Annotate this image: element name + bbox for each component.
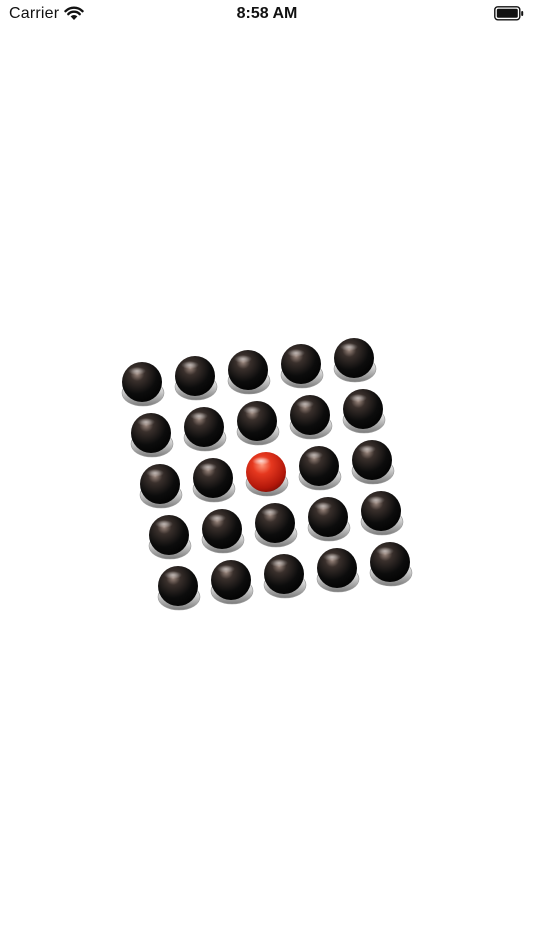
board-piece-black-r5-c3[interactable]: [263, 554, 307, 599]
board-piece-black-r5-c2[interactable]: [210, 560, 254, 605]
piece-highlight: [296, 400, 314, 408]
board-piece-black-r1-c5[interactable]: [333, 338, 377, 383]
board-piece-black-r4-c5[interactable]: [360, 491, 404, 536]
piece-highlight: [270, 559, 288, 567]
game-board[interactable]: [0, 0, 534, 950]
piece-highlight: [155, 520, 173, 528]
piece-highlight: [217, 565, 235, 573]
piece-highlight: [234, 355, 252, 363]
piece-highlight: [208, 514, 226, 522]
board-piece-black-r2-c3[interactable]: [236, 401, 280, 446]
piece-highlight: [243, 406, 261, 414]
piece-highlight: [367, 496, 385, 504]
piece-highlight: [190, 412, 208, 420]
board-piece-black-r5-c5[interactable]: [369, 542, 413, 587]
piece-highlight: [181, 361, 199, 369]
piece-highlight: [287, 349, 305, 357]
board-piece-black-r1-c2[interactable]: [174, 356, 218, 401]
board-piece-black-r4-c3[interactable]: [254, 503, 298, 548]
board-piece-black-r5-c1[interactable]: [157, 566, 201, 611]
board-piece-black-r5-c4[interactable]: [316, 548, 360, 593]
piece-highlight: [164, 571, 182, 579]
board-piece-black-r3-c5[interactable]: [351, 440, 395, 485]
board-piece-red-r3-c3[interactable]: [245, 452, 289, 497]
piece-highlight: [314, 502, 332, 510]
board-piece-black-r2-c1[interactable]: [130, 413, 174, 458]
board-piece-black-r2-c2[interactable]: [183, 407, 227, 452]
piece-highlight: [252, 457, 270, 465]
piece-highlight: [376, 547, 394, 555]
piece-highlight: [137, 418, 155, 426]
board-piece-black-r3-c2[interactable]: [192, 458, 236, 503]
piece-highlight: [128, 367, 146, 375]
piece-highlight: [146, 469, 164, 477]
board-piece-black-r2-c4[interactable]: [289, 395, 333, 440]
board-piece-black-r4-c1[interactable]: [148, 515, 192, 560]
piece-highlight: [305, 451, 323, 459]
board-piece-black-r3-c4[interactable]: [298, 446, 342, 491]
piece-highlight: [323, 553, 341, 561]
piece-highlight: [261, 508, 279, 516]
board-piece-black-r3-c1[interactable]: [139, 464, 183, 509]
board-piece-black-r2-c5[interactable]: [342, 389, 386, 434]
piece-highlight: [349, 394, 367, 402]
piece-highlight: [358, 445, 376, 453]
board-piece-black-r1-c1[interactable]: [121, 362, 165, 407]
board-piece-black-r4-c4[interactable]: [307, 497, 351, 542]
board-piece-black-r1-c3[interactable]: [227, 350, 271, 395]
piece-highlight: [340, 343, 358, 351]
piece-highlight: [199, 463, 217, 471]
board-piece-black-r1-c4[interactable]: [280, 344, 324, 389]
board-piece-black-r4-c2[interactable]: [201, 509, 245, 554]
